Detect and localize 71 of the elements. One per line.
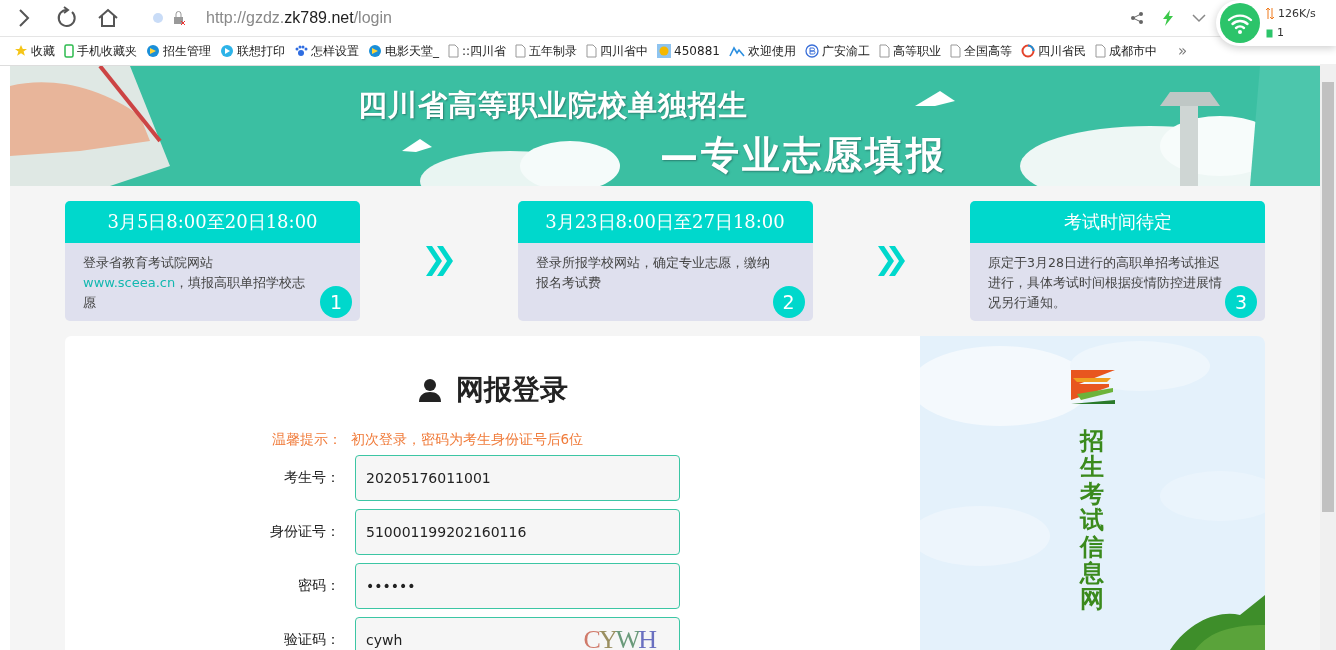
network-widget[interactable]: 126K/s 1 bbox=[1216, 0, 1336, 46]
bookmark-link[interactable]: 招生管理 bbox=[146, 42, 211, 60]
step-date: 3月5日8:00至20日18:00 bbox=[65, 201, 360, 243]
step-date: 3月23日8:00日至27日18:00 bbox=[517, 201, 813, 243]
bookmark-link[interactable]: 欢迎使用 bbox=[728, 42, 796, 60]
side-title: 招生考试信息网 bbox=[1080, 428, 1104, 613]
bookmark-link[interactable]: 收藏 bbox=[14, 42, 55, 60]
mountain-icon bbox=[728, 45, 745, 57]
address-url[interactable]: http://gzdz.zk789.net/login bbox=[206, 9, 392, 27]
step-number: 3 bbox=[1225, 286, 1257, 318]
device-icon bbox=[1266, 27, 1273, 38]
input-field[interactable]: •••••• bbox=[355, 563, 680, 609]
lock-icon bbox=[152, 10, 186, 26]
login-title: 网报登录 bbox=[455, 372, 568, 408]
share-icon[interactable] bbox=[1130, 11, 1144, 25]
bookmark-link[interactable]: 怎样设置 bbox=[294, 42, 359, 60]
user-icon bbox=[417, 378, 442, 402]
home-icon[interactable] bbox=[96, 6, 120, 30]
circle-letter-icon bbox=[804, 44, 819, 58]
wifi-icon bbox=[1220, 3, 1260, 43]
scrollbar[interactable] bbox=[1320, 64, 1336, 650]
step-number: 1 bbox=[320, 286, 352, 318]
app-icon bbox=[146, 44, 160, 58]
bookmark-link[interactable]: 高等职业 bbox=[878, 42, 941, 60]
bookmark-link[interactable]: 电影天堂_ bbox=[368, 42, 439, 60]
bookmark-link[interactable]: 成都市中 bbox=[1094, 42, 1157, 60]
play-icon bbox=[220, 44, 234, 58]
bookmark-link[interactable]: 450881 bbox=[657, 44, 720, 58]
captcha-field[interactable]: cywh CYWH bbox=[355, 617, 680, 650]
globe-icon bbox=[1020, 44, 1035, 58]
captcha-image[interactable]: CYWH bbox=[583, 625, 655, 650]
page-icon bbox=[515, 44, 527, 58]
step-description: 原定于3月28日进行的高职单招考试推迟进行，具体考试时间根据疫情防控进展情况另行通知。 bbox=[988, 254, 1223, 312]
input-field[interactable]: 510001199202160116 bbox=[355, 509, 680, 555]
star-icon bbox=[14, 44, 28, 58]
field-label: 考生号： bbox=[283, 469, 340, 487]
phone-icon bbox=[64, 44, 74, 58]
double-chevron-icon bbox=[423, 244, 454, 278]
login-hint: 温馨提示： 初次登录，密码为考生身份证号后6位 bbox=[272, 431, 584, 449]
step-description: 登录省教育考试院网站 www.sceea.cn，填报高职单招学校志愿 bbox=[83, 254, 307, 312]
banner-subtitle: —专业志愿填报 bbox=[660, 132, 947, 179]
page-icon bbox=[448, 44, 459, 58]
sun-icon bbox=[657, 44, 672, 58]
banner-title: 四川省高等职业院校单独招生 bbox=[358, 87, 748, 124]
field-label: 身份证号： bbox=[269, 523, 340, 541]
page-icon bbox=[1094, 44, 1106, 58]
bookmark-link[interactable]: 五年制录 bbox=[515, 42, 578, 60]
up-down-arrows-icon bbox=[1266, 8, 1274, 19]
paw-icon bbox=[294, 44, 308, 58]
step-description: 登录所报学校网站，确定专业志愿，缴纳报名考试费 bbox=[535, 254, 771, 292]
bookmark-link[interactable]: 手机收藏夹 bbox=[64, 42, 137, 60]
more-bookmarks[interactable]: » bbox=[1177, 42, 1188, 60]
bookmark-link[interactable]: ::四川省 bbox=[448, 42, 507, 60]
step-date: 考试时间待定 bbox=[970, 201, 1265, 243]
bookmark-link[interactable]: 四川省民 bbox=[1020, 42, 1086, 60]
page-icon bbox=[586, 44, 598, 58]
bookmark-link[interactable]: 联想打印 bbox=[220, 42, 285, 60]
chevron-down-icon[interactable] bbox=[1192, 13, 1206, 23]
network-speed: 126K/s bbox=[1278, 7, 1316, 20]
page-icon bbox=[949, 44, 961, 58]
bookmark-link[interactable]: 四川省中 bbox=[586, 42, 649, 60]
bookmark-link[interactable]: 全国高等 bbox=[949, 42, 1012, 60]
bookmark-link[interactable]: 广安渝工 bbox=[804, 42, 870, 60]
input-field[interactable]: 20205176011001 bbox=[355, 455, 680, 501]
connection-count: 1 bbox=[1277, 26, 1284, 39]
step-number: 2 bbox=[772, 286, 805, 318]
page-icon bbox=[878, 44, 890, 58]
double-chevron-icon bbox=[876, 244, 907, 278]
app-icon bbox=[368, 44, 382, 58]
field-label: 密码： bbox=[297, 577, 340, 595]
field-label: 验证码： bbox=[283, 631, 340, 649]
